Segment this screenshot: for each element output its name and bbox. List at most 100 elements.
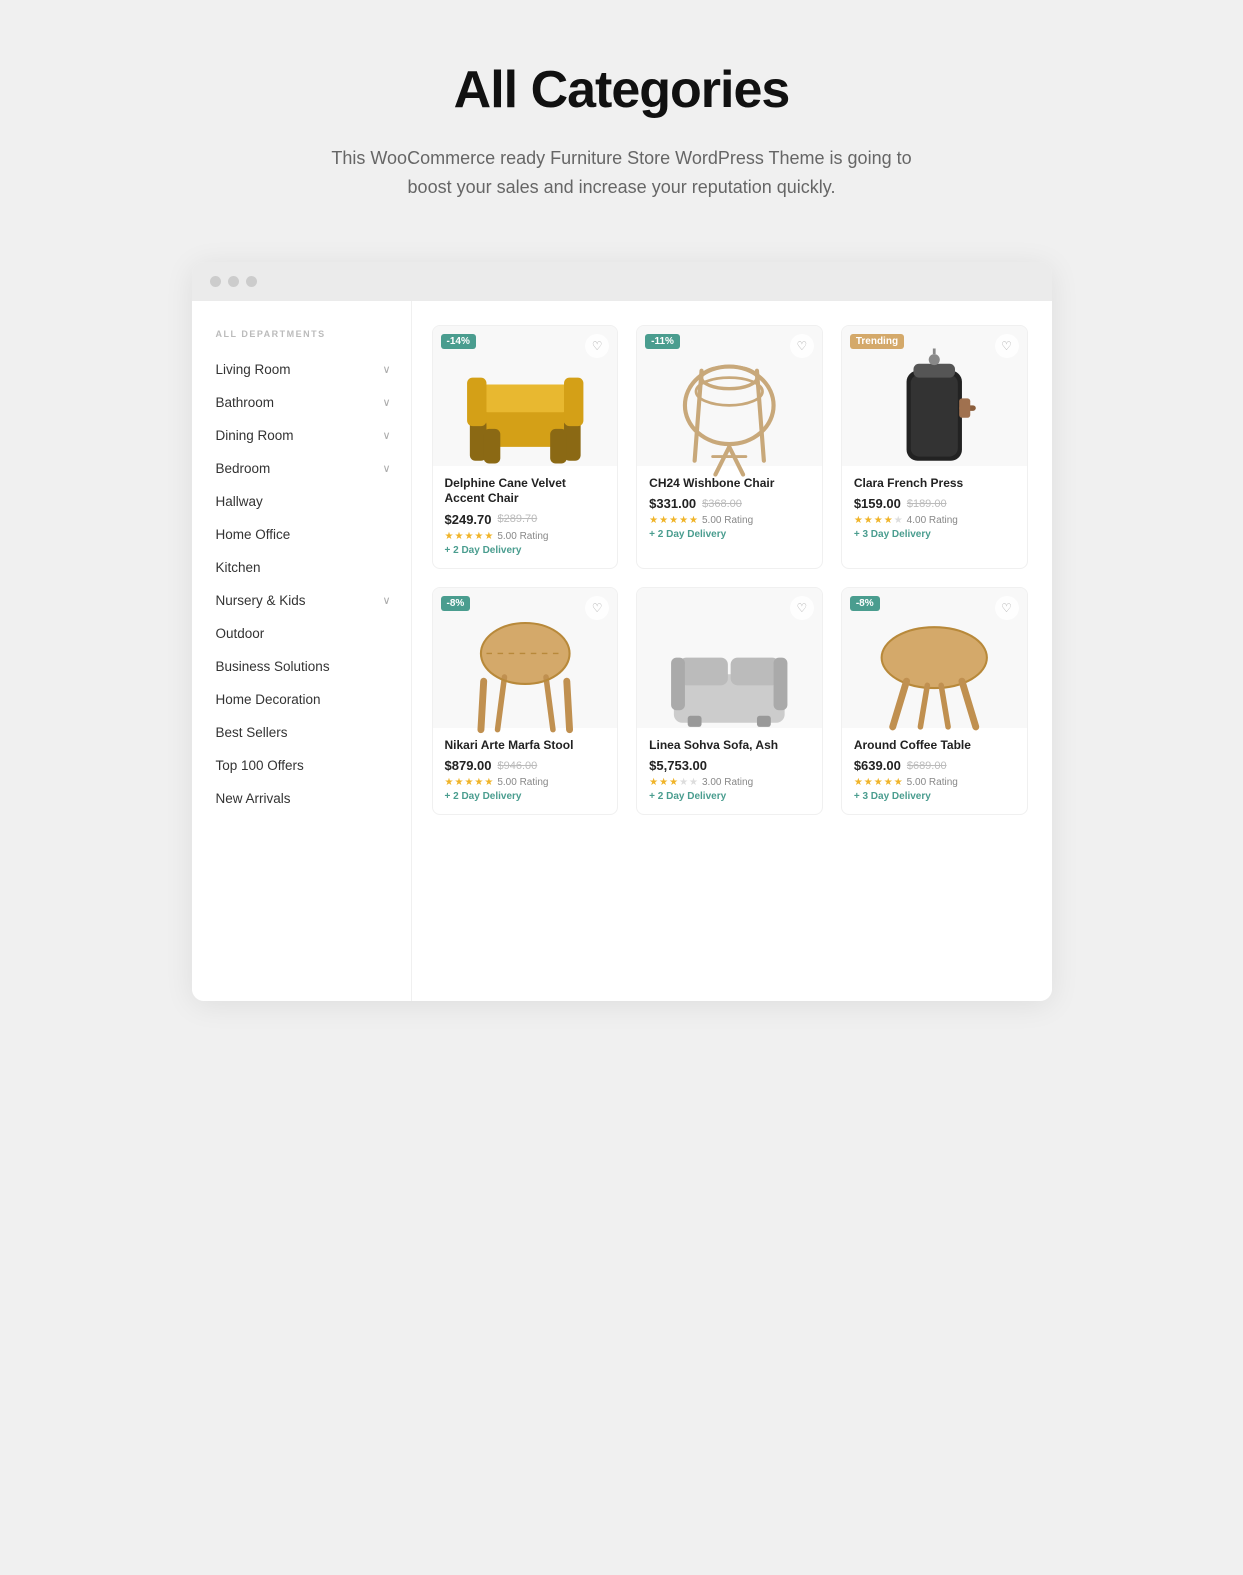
product-image	[865, 605, 1004, 710]
sidebar-item-home-office[interactable]: Home Office	[216, 518, 411, 551]
stars: ★★★★★	[854, 777, 903, 788]
product-card-linea-sofa[interactable]: ♡ Linea Sohva Sofa, Ash$5,753.00★★★★★3.0…	[636, 587, 823, 816]
stars: ★★★★★	[854, 515, 903, 526]
browser-content: ALL DEPARTMENTS Living Room∨Bathroom∨Din…	[192, 301, 1052, 1001]
price-old: $368.00	[702, 498, 742, 510]
chevron-down-icon: ∨	[382, 594, 390, 607]
product-card-nikari-stool[interactable]: -8%♡ Nikari Arte Marfa Stool$879.00$946.…	[432, 587, 619, 816]
star-icon: ★	[689, 777, 698, 788]
product-card-around-table[interactable]: -8%♡ Around Coffee Table$639.00$689.00★★…	[841, 587, 1028, 816]
star-icon: ★	[669, 515, 678, 526]
price-old: $289.70	[498, 513, 538, 525]
star-icon: ★	[669, 777, 678, 788]
product-image	[456, 605, 594, 710]
rating-text: 5.00 Rating	[497, 531, 548, 542]
product-image-wrap: -14% ♡	[433, 326, 618, 466]
stars: ★★★★★	[649, 515, 698, 526]
product-image-wrap: -11% ♡	[637, 326, 822, 466]
star-icon: ★	[484, 777, 493, 788]
product-badge: Trending	[850, 334, 904, 349]
product-image-wrap: -8% ♡	[842, 588, 1027, 728]
star-icon: ★	[874, 515, 883, 526]
product-price: $249.70$289.70	[445, 512, 606, 527]
product-price: $5,753.00	[649, 758, 810, 773]
page-subtitle: This WooCommerce ready Furniture Store W…	[322, 144, 922, 202]
product-price: $639.00 $689.00	[854, 758, 1015, 773]
wishlist-button[interactable]: ♡	[790, 334, 814, 358]
product-rating: ★★★★★5.00 Rating	[445, 777, 606, 788]
price-old: $946.00	[498, 760, 538, 772]
product-rating: ★★★★★5.00 Rating	[445, 531, 606, 542]
stars: ★★★★★	[445, 531, 494, 542]
star-icon: ★	[649, 777, 658, 788]
sidebar-item-nursery-kids[interactable]: Nursery & Kids∨	[216, 584, 411, 617]
star-icon: ★	[464, 777, 473, 788]
star-icon: ★	[854, 515, 863, 526]
star-icon: ★	[649, 515, 658, 526]
sidebar-item-new-arrivals[interactable]: New Arrivals	[216, 782, 411, 815]
product-card-ch24-chair[interactable]: -11%♡ CH24 Wishbone Chair$331.00$368.00★…	[636, 325, 823, 569]
sidebar-item-living-room[interactable]: Living Room∨	[216, 353, 411, 386]
star-icon: ★	[864, 777, 873, 788]
star-icon: ★	[445, 531, 454, 542]
sidebar-item-bathroom[interactable]: Bathroom∨	[216, 386, 411, 419]
delivery-text: + 2 Day Delivery	[649, 529, 810, 540]
sidebar-item-dining-room[interactable]: Dining Room∨	[216, 419, 411, 452]
sidebar-item-kitchen[interactable]: Kitchen	[216, 551, 411, 584]
star-icon: ★	[854, 777, 863, 788]
sidebar: ALL DEPARTMENTS Living Room∨Bathroom∨Din…	[192, 301, 412, 1001]
product-price: $331.00 $368.00	[649, 496, 810, 511]
price-current: $879.00	[445, 758, 492, 773]
sidebar-item-top-100-offers[interactable]: Top 100 Offers	[216, 749, 411, 782]
chevron-down-icon: ∨	[382, 363, 390, 376]
sidebar-item-bedroom[interactable]: Bedroom∨	[216, 452, 411, 485]
product-image-wrap: -8% ♡	[433, 588, 618, 728]
star-icon: ★	[659, 777, 668, 788]
product-image	[660, 605, 799, 710]
product-badge: -8%	[441, 596, 471, 611]
product-price: $159.00$189.00	[854, 496, 1015, 511]
star-icon: ★	[884, 777, 893, 788]
sidebar-item-home-decoration[interactable]: Home Decoration	[216, 683, 411, 716]
page-title: All Categories	[454, 60, 790, 120]
chevron-down-icon: ∨	[382, 396, 390, 409]
wishlist-button[interactable]: ♡	[995, 596, 1019, 620]
rating-text: 5.00 Rating	[702, 515, 753, 526]
delivery-text: + 2 Day Delivery	[649, 791, 810, 802]
star-icon: ★	[454, 777, 463, 788]
wishlist-button[interactable]: ♡	[585, 596, 609, 620]
chevron-down-icon: ∨	[382, 429, 390, 442]
product-rating: ★★★★★5.00 Rating	[854, 777, 1015, 788]
star-icon: ★	[474, 777, 483, 788]
product-card-delphine-chair[interactable]: -14%♡ Delphine Cane Velvet Accent Chair$…	[432, 325, 619, 569]
product-badge: -8%	[850, 596, 880, 611]
star-icon: ★	[484, 531, 493, 542]
wishlist-button[interactable]: ♡	[585, 334, 609, 358]
price-current: $639.00	[854, 758, 901, 773]
product-rating: ★★★★★3.00 Rating	[649, 777, 810, 788]
price-current: $331.00	[649, 496, 696, 511]
product-image-wrap: ♡	[637, 588, 822, 728]
delivery-text: + 2 Day Delivery	[445, 791, 606, 802]
sidebar-item-business-solutions[interactable]: Business Solutions	[216, 650, 411, 683]
product-price: $879.00 $946.00	[445, 758, 606, 773]
star-icon: ★	[884, 515, 893, 526]
sidebar-item-hallway[interactable]: Hallway	[216, 485, 411, 518]
product-card-clara-press[interactable]: Trending♡ Clara French Press$159.00$189.…	[841, 325, 1028, 569]
product-badge: -11%	[645, 334, 680, 349]
stars: ★★★★★	[649, 777, 698, 788]
sidebar-item-outdoor[interactable]: Outdoor	[216, 617, 411, 650]
wishlist-button[interactable]: ♡	[995, 334, 1019, 358]
price-old: $689.00	[907, 760, 947, 772]
price-current: $5,753.00	[649, 758, 707, 773]
star-icon: ★	[474, 531, 483, 542]
star-icon: ★	[464, 531, 473, 542]
browser-dot-red	[210, 276, 221, 287]
wishlist-button[interactable]: ♡	[790, 596, 814, 620]
sidebar-label: ALL DEPARTMENTS	[216, 329, 411, 339]
star-icon: ★	[454, 531, 463, 542]
product-badge: -14%	[441, 334, 476, 349]
rating-text: 4.00 Rating	[907, 515, 958, 526]
sidebar-item-best-sellers[interactable]: Best Sellers	[216, 716, 411, 749]
price-old: $189.00	[907, 498, 947, 510]
